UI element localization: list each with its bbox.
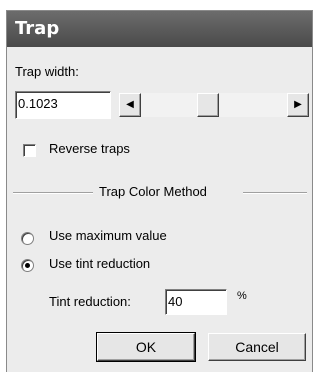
ok-button[interactable]: OK: [96, 332, 196, 362]
tint-reduction-input[interactable]: 40: [165, 289, 227, 315]
group-separator-right: [243, 192, 307, 194]
trap-width-label: Trap width:: [15, 64, 79, 79]
group-separator-left: [13, 192, 93, 194]
arrow-right-icon: ▶: [294, 99, 302, 110]
reverse-traps-label[interactable]: Reverse traps: [49, 141, 130, 156]
cancel-button-label: Cancel: [235, 339, 279, 355]
use-maximum-value-label[interactable]: Use maximum value: [49, 228, 167, 243]
trap-width-slider[interactable]: ◀ ▶: [119, 93, 309, 117]
cancel-button[interactable]: Cancel: [208, 333, 306, 361]
use-tint-reduction-radio[interactable]: [21, 259, 34, 272]
arrow-left-icon: ◀: [126, 99, 134, 110]
slider-thumb[interactable]: [197, 93, 219, 117]
trap-color-method-title: Trap Color Method: [99, 184, 207, 199]
scroll-left-button[interactable]: ◀: [119, 93, 141, 117]
trap-width-value: 0.1023: [18, 96, 58, 111]
window-title: Trap: [15, 18, 60, 39]
tint-reduction-label: Tint reduction:: [49, 294, 131, 309]
trap-dialog: Trap Trap width: 0.1023 ◀ ▶ Reverse trap…: [6, 10, 313, 372]
scroll-right-button[interactable]: ▶: [287, 93, 309, 117]
title-bar[interactable]: Trap: [7, 11, 312, 47]
use-maximum-value-radio[interactable]: [21, 232, 34, 245]
tint-unit-label: %: [237, 290, 247, 302]
use-tint-reduction-label[interactable]: Use tint reduction: [49, 256, 150, 271]
reverse-traps-checkbox[interactable]: [23, 144, 36, 157]
radio-selected-dot: [25, 263, 30, 268]
ok-button-label: OK: [135, 339, 157, 355]
tint-reduction-value: 40: [168, 294, 183, 309]
trap-width-input[interactable]: 0.1023: [15, 91, 111, 119]
